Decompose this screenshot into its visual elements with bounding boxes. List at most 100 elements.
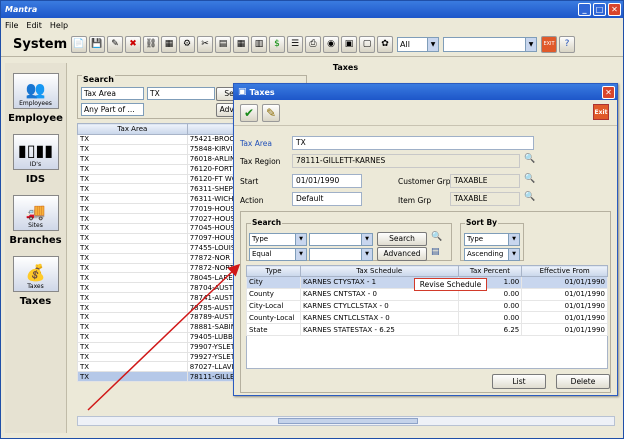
print-icon[interactable]: ⎙ <box>305 35 321 53</box>
action-select[interactable]: Default <box>292 192 362 206</box>
menu-help[interactable]: Help <box>50 21 68 30</box>
col-tax-percent[interactable]: Tax Percent <box>457 265 523 277</box>
schedule-row[interactable]: County-Local KARNES CNTLCLSTAX - 0 0.00 01/… <box>246 311 608 325</box>
checkmark-icon[interactable]: ✔ <box>240 103 258 122</box>
exit-icon[interactable]: Exit <box>593 104 609 120</box>
nav-label-ids: IDS <box>25 174 46 185</box>
schedule-cell: 01/01/1990 <box>521 299 608 313</box>
col-tax-area[interactable]: Tax Area <box>77 123 188 135</box>
schedule-cell: KARNES CTYLCLSTAX - 0 <box>299 299 459 313</box>
schedule-row[interactable]: State KARNES STATESTAX - 6.25 6.25 01/01/19… <box>246 323 608 336</box>
start-date-field[interactable]: 01/01/1990 <box>292 174 362 188</box>
search-icon[interactable]: 🔍 <box>524 154 535 164</box>
revise-schedule-menu-item[interactable]: Revise Schedule <box>414 278 487 291</box>
bg-search-value[interactable]: TX <box>147 87 215 100</box>
nav-item-employee[interactable]: 👥 Employees Employee <box>5 73 66 124</box>
col-effective-from[interactable]: Effective From <box>521 265 608 277</box>
chevron-down-icon: ▼ <box>508 234 519 245</box>
advanced-search-icon[interactable]: ▤ <box>431 247 440 257</box>
table-cell: TX <box>77 143 188 155</box>
schedule-cell: City <box>246 276 301 289</box>
edit-icon[interactable]: ✎ <box>262 103 280 122</box>
col-tax-schedule[interactable]: Tax Schedule <box>299 265 459 277</box>
dialog-close-button[interactable]: ✕ <box>602 85 615 99</box>
list-icon[interactable]: ☰ <box>287 35 303 53</box>
minimize-button[interactable]: _ <box>578 3 591 16</box>
list-button[interactable]: List <box>492 374 546 389</box>
menu-edit[interactable]: Edit <box>26 21 42 30</box>
search-icon[interactable]: 🔍 <box>524 174 535 184</box>
search-select[interactable]: ▼ <box>443 36 537 52</box>
palette-icon[interactable]: ✿ <box>377 35 393 53</box>
maximize-button[interactable]: □ <box>593 3 606 16</box>
taxes-icon: 💰 Taxes <box>12 256 59 292</box>
nav-item-taxes[interactable]: 💰 Taxes Taxes <box>5 256 66 307</box>
chevron-down-icon: ▼ <box>361 234 372 245</box>
bg-search-legend: Search <box>82 75 115 84</box>
bg-search-type[interactable]: Tax Area <box>81 87 144 100</box>
dialog-search-operator[interactable]: Equal ▼ <box>249 248 307 261</box>
label-item-grp: Item Grp <box>398 196 432 205</box>
link-icon[interactable]: ⛓ <box>143 35 159 53</box>
menu-file[interactable]: File <box>5 21 18 30</box>
schedule-cell: 01/01/1990 <box>521 276 608 289</box>
table-cell: TX <box>77 223 188 234</box>
schedule-cell: City-Local <box>246 299 301 313</box>
table-cell: TX <box>77 173 188 185</box>
nav-label-branches: Branches <box>9 235 62 246</box>
dialog-search-value2[interactable]: ▼ <box>309 248 373 261</box>
money-icon[interactable]: $ <box>269 35 285 53</box>
sort-order-select[interactable]: Ascending ▼ <box>464 248 520 261</box>
main-titlebar: Mantra _ □ ✕ <box>1 1 623 18</box>
chevron-down-icon: ▼ <box>361 249 372 260</box>
search-icon[interactable]: 🔍 <box>524 192 535 202</box>
close-button[interactable]: ✕ <box>608 3 621 16</box>
schedule-row[interactable]: City-Local KARNES CTYLCLSTAX - 0 0.00 01/01… <box>246 299 608 313</box>
new-icon[interactable]: 📄 <box>71 35 87 53</box>
help-icon[interactable]: ? <box>559 35 575 53</box>
horizontal-scrollbar[interactable] <box>77 416 615 426</box>
chevron-down-icon: ▼ <box>508 249 519 260</box>
save-icon[interactable]: 💾 <box>89 35 105 53</box>
dialog-search-button[interactable]: Search <box>377 232 427 246</box>
dialog-titlebar: ▣ Taxes ✕ <box>234 84 617 100</box>
exit-icon[interactable]: EXIT <box>541 35 557 53</box>
search-icon[interactable]: 🔍 <box>431 232 442 242</box>
window-icon[interactable]: ▢ <box>359 35 375 53</box>
nav-item-ids[interactable]: ▮▯▮▮ ID's IDS <box>5 134 66 185</box>
label-tax-area: Tax Area <box>240 139 273 148</box>
schedule-cell: 01/01/1990 <box>521 311 608 325</box>
folder-icon[interactable]: ▣ <box>341 35 357 53</box>
chevron-down-icon: ▼ <box>427 37 438 51</box>
table-cell: TX <box>77 232 188 244</box>
filter-select-value: All <box>400 39 410 49</box>
calculator-icon[interactable]: ▦ <box>161 35 177 53</box>
sort-field-select[interactable]: Type ▼ <box>464 233 520 246</box>
filter-select[interactable]: All ▼ <box>397 36 439 52</box>
table-cell: TX <box>77 193 188 205</box>
delete-icon[interactable]: ✖ <box>125 35 141 53</box>
table-cell: TX <box>77 163 188 175</box>
table-cell: TX <box>77 153 188 165</box>
scrollbar-thumb[interactable] <box>278 418 418 424</box>
col-type[interactable]: Type <box>246 265 301 277</box>
chart-icon[interactable]: ▤ <box>215 35 231 53</box>
globe-icon[interactable]: ◉ <box>323 35 339 53</box>
schedule-cell: State <box>246 323 301 336</box>
edit-icon[interactable]: ✎ <box>107 35 123 53</box>
table-cell: TX <box>77 213 188 225</box>
schedule-cell: 0.00 <box>457 299 523 313</box>
delete-button[interactable]: Delete <box>556 374 610 389</box>
bg-search-match[interactable]: Any Part of ... <box>81 103 144 116</box>
gear-icon[interactable]: ⚙ <box>179 35 195 53</box>
dialog-search-value[interactable]: ▼ <box>309 233 373 246</box>
schedule-cell: 01/01/1990 <box>521 287 608 301</box>
dialog-advanced-button[interactable]: Advanced <box>377 247 427 261</box>
dialog-search-field[interactable]: Type ▼ <box>249 233 307 246</box>
nav-item-branches[interactable]: 🚚 Sites Branches <box>5 195 66 246</box>
tools-icon[interactable]: ✂ <box>197 35 213 53</box>
grid-icon[interactable]: ▦ <box>233 35 249 53</box>
report-icon[interactable]: ▥ <box>251 35 267 53</box>
menubar: File Edit Help <box>1 18 623 32</box>
tax-area-field[interactable]: TX <box>292 136 534 150</box>
